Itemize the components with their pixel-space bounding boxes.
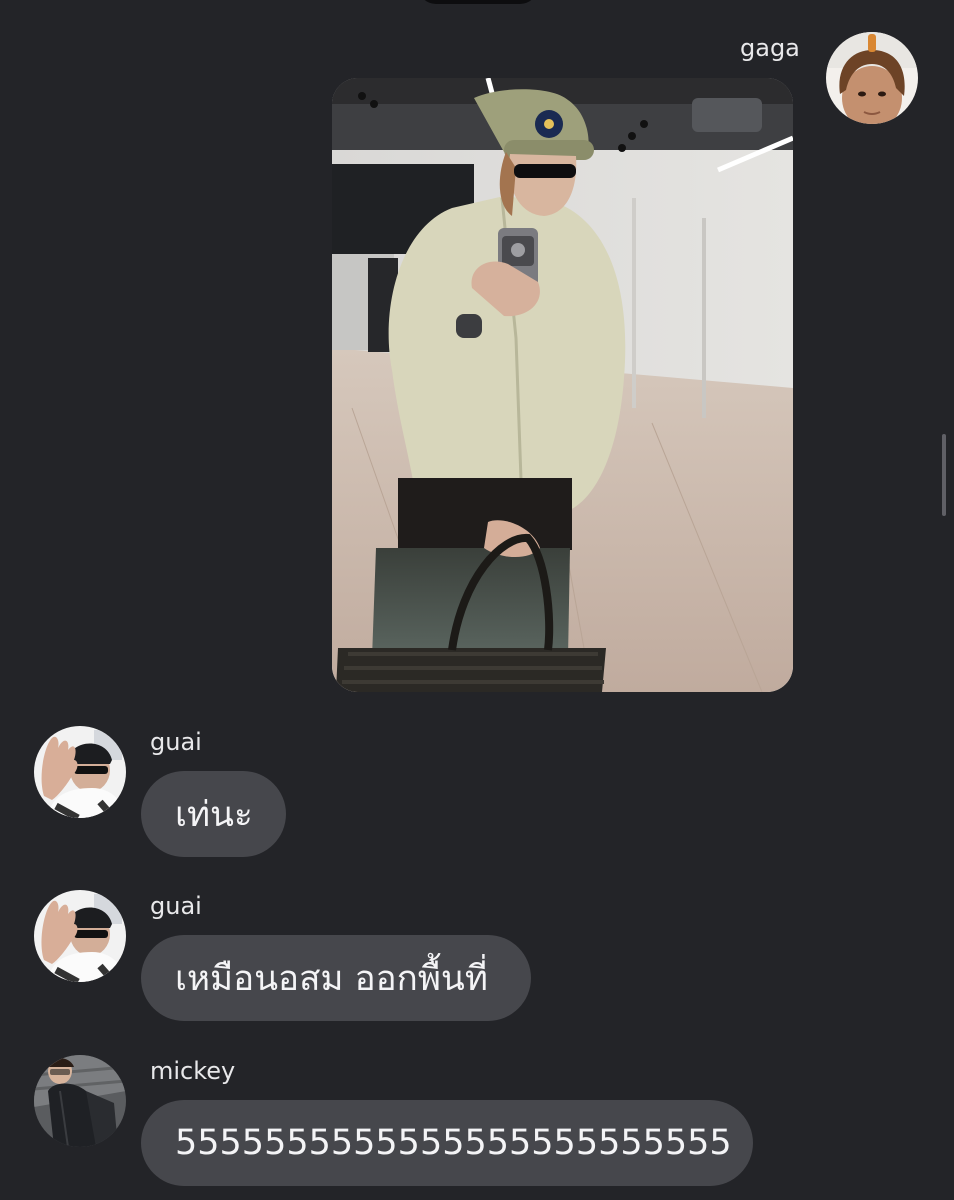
message-text: 5555555555555555555555555 [175,1123,732,1163]
avatar-mickey[interactable] [34,1055,126,1147]
avatar-guai[interactable] [34,890,126,982]
mirror-selfie-photo-icon [332,78,793,692]
device-notch [418,0,538,4]
message-bubble[interactable]: เหมือนอสม ออกพื้นที่ [141,935,531,1021]
avatar-guai-image [34,890,126,982]
avatar-gaga[interactable] [826,32,918,124]
shared-photo[interactable] [332,78,793,692]
chat-screen: gaga guai เท่นะ guai เหมือนอสม ออกพื้นที… [0,0,954,1200]
avatar-guai-image [34,726,126,818]
scrollbar[interactable] [942,434,946,516]
sender-name-guai: guai [150,892,202,920]
message-text: เหมือนอสม ออกพื้นที่ [175,958,488,999]
avatar-guai[interactable] [34,726,126,818]
avatar-mickey-image [34,1055,126,1147]
avatar-gaga-image [826,32,918,124]
sender-name-mickey: mickey [150,1057,236,1085]
sender-name-gaga: gaga [740,34,800,62]
message-bubble[interactable]: 5555555555555555555555555 [141,1100,753,1186]
message-bubble[interactable]: เท่นะ [141,771,286,857]
sender-name-guai: guai [150,728,202,756]
message-text: เท่นะ [175,794,253,835]
